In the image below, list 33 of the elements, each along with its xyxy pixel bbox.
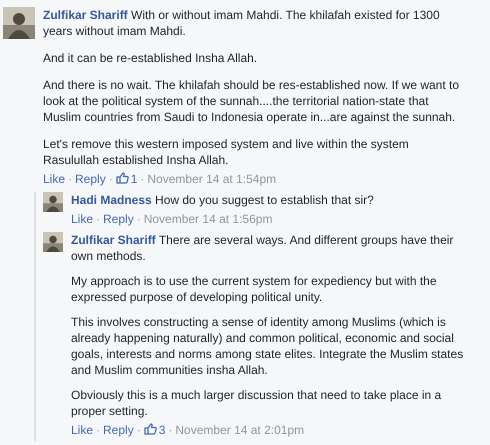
timestamp[interactable]: November 14 at 2:01pm <box>175 423 304 437</box>
separator-dot: · <box>140 172 144 186</box>
separator-dot: · <box>108 172 113 186</box>
separator-dot: · <box>136 212 141 226</box>
author-link[interactable]: Hadi Madness <box>71 193 152 207</box>
timestamp[interactable]: November 14 at 1:56pm <box>144 212 272 226</box>
action-link[interactable]: Like <box>43 172 66 186</box>
comment-text: Zulfikar Shariff With or without imam Mahdi. The khilafah existed for 1300 years without imam Mahdi. <box>43 7 441 39</box>
separator-dot: · <box>96 212 100 226</box>
action-link[interactable]: Like <box>71 212 94 226</box>
like-count[interactable]: 1 <box>130 172 138 186</box>
timestamp[interactable]: November 14 at 1:54pm <box>147 172 276 186</box>
thumbs-up-icon <box>116 172 129 184</box>
thumbs-up-icon <box>144 423 157 435</box>
separator-dot: · <box>168 423 172 437</box>
comment-text: And it can be re-established Insha Allah. <box>43 50 258 66</box>
comment-text: Let's remove this western imposed system and live within the system Rasulullah established Insha Allah. <box>43 136 410 168</box>
action-link[interactable]: Like <box>71 423 94 437</box>
comment-text: Hadi Madness How do you suggest to establish that sir? <box>71 192 375 208</box>
author-link[interactable]: Zulfikar Shariff <box>71 233 156 247</box>
action-link[interactable]: Reply <box>75 172 106 186</box>
comment-text: My approach is to use the current system for expediency but with the expressed purpose of developing political unity. <box>71 273 438 305</box>
action-link[interactable]: Reply <box>103 423 134 437</box>
author-link[interactable]: Zulfikar Shariff <box>43 8 128 22</box>
comment-text: This involves constructing a sense of identity among Muslims (which is already happening naturally) and common political, economic and social goals, interests and norms among state elites. Integrate the Muslim states and Muslim communities insha Allah. <box>71 314 464 378</box>
action-link[interactable]: Reply <box>103 212 134 226</box>
comment-text: And there is no wait. The khilafah should be res-established now. If we want to look at the political system of the sunnah....the territorial nation-state that Muslim countries from Saudi to Indonesia operate in...are against the sunnah. <box>43 77 460 125</box>
like-count[interactable]: 3 <box>158 423 166 437</box>
separator-dot: · <box>136 423 141 437</box>
separator-dot: · <box>96 423 100 437</box>
separator-dot: · <box>68 172 72 186</box>
comment-text: Zulfikar Shariff There are several ways. And different groups have their own methods. <box>71 232 454 264</box>
comment-text: Obviously this is a much larger discussion that need to take place in a proper setting. <box>71 387 442 419</box>
